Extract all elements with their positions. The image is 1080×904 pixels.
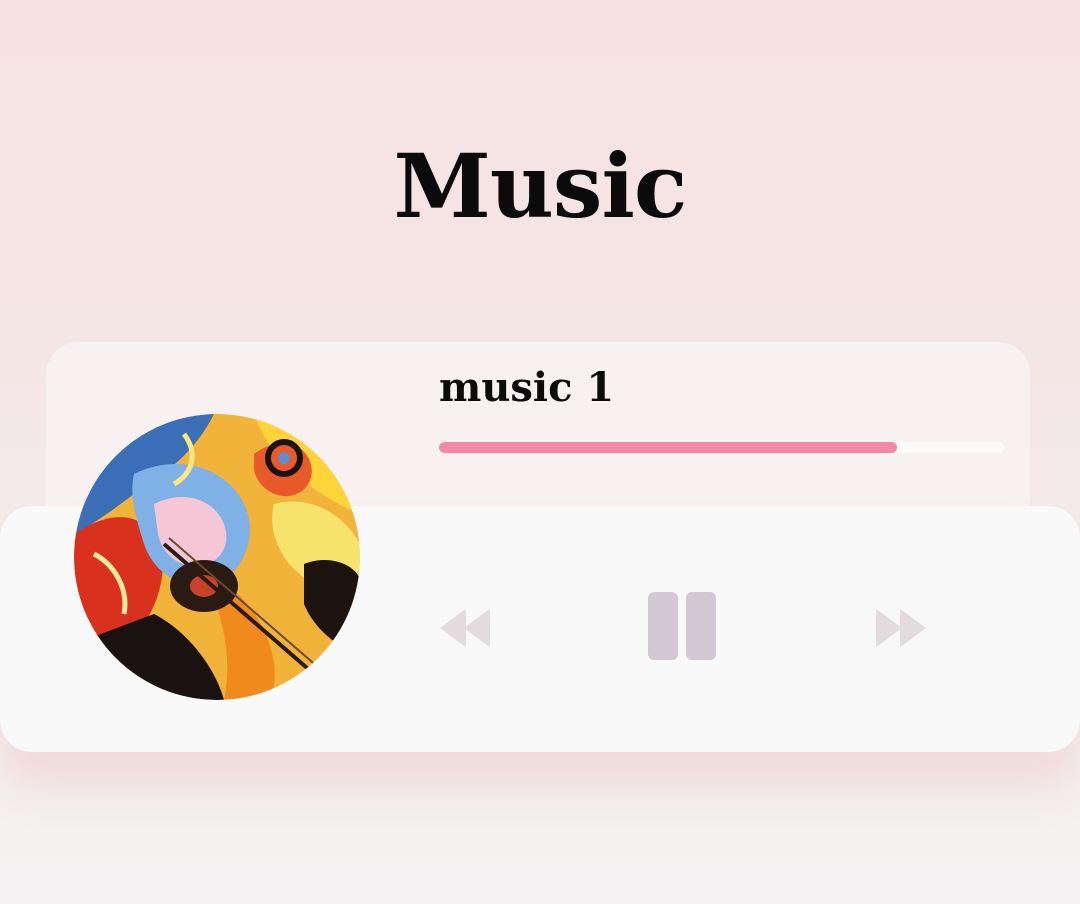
- page-title: Music: [393, 134, 688, 238]
- fast-forward-icon: [876, 609, 926, 647]
- abstract-guitar-art-image: [74, 414, 360, 700]
- fast-forward-button[interactable]: [872, 606, 930, 650]
- album-art: [74, 414, 360, 700]
- rewind-icon: [440, 609, 490, 647]
- progress-bar-fill: [439, 442, 897, 453]
- progress-bar[interactable]: [439, 442, 1004, 453]
- rewind-button[interactable]: [436, 606, 494, 650]
- pause-icon: [648, 592, 716, 660]
- track-title: music 1: [439, 364, 615, 411]
- pause-button[interactable]: [646, 590, 718, 662]
